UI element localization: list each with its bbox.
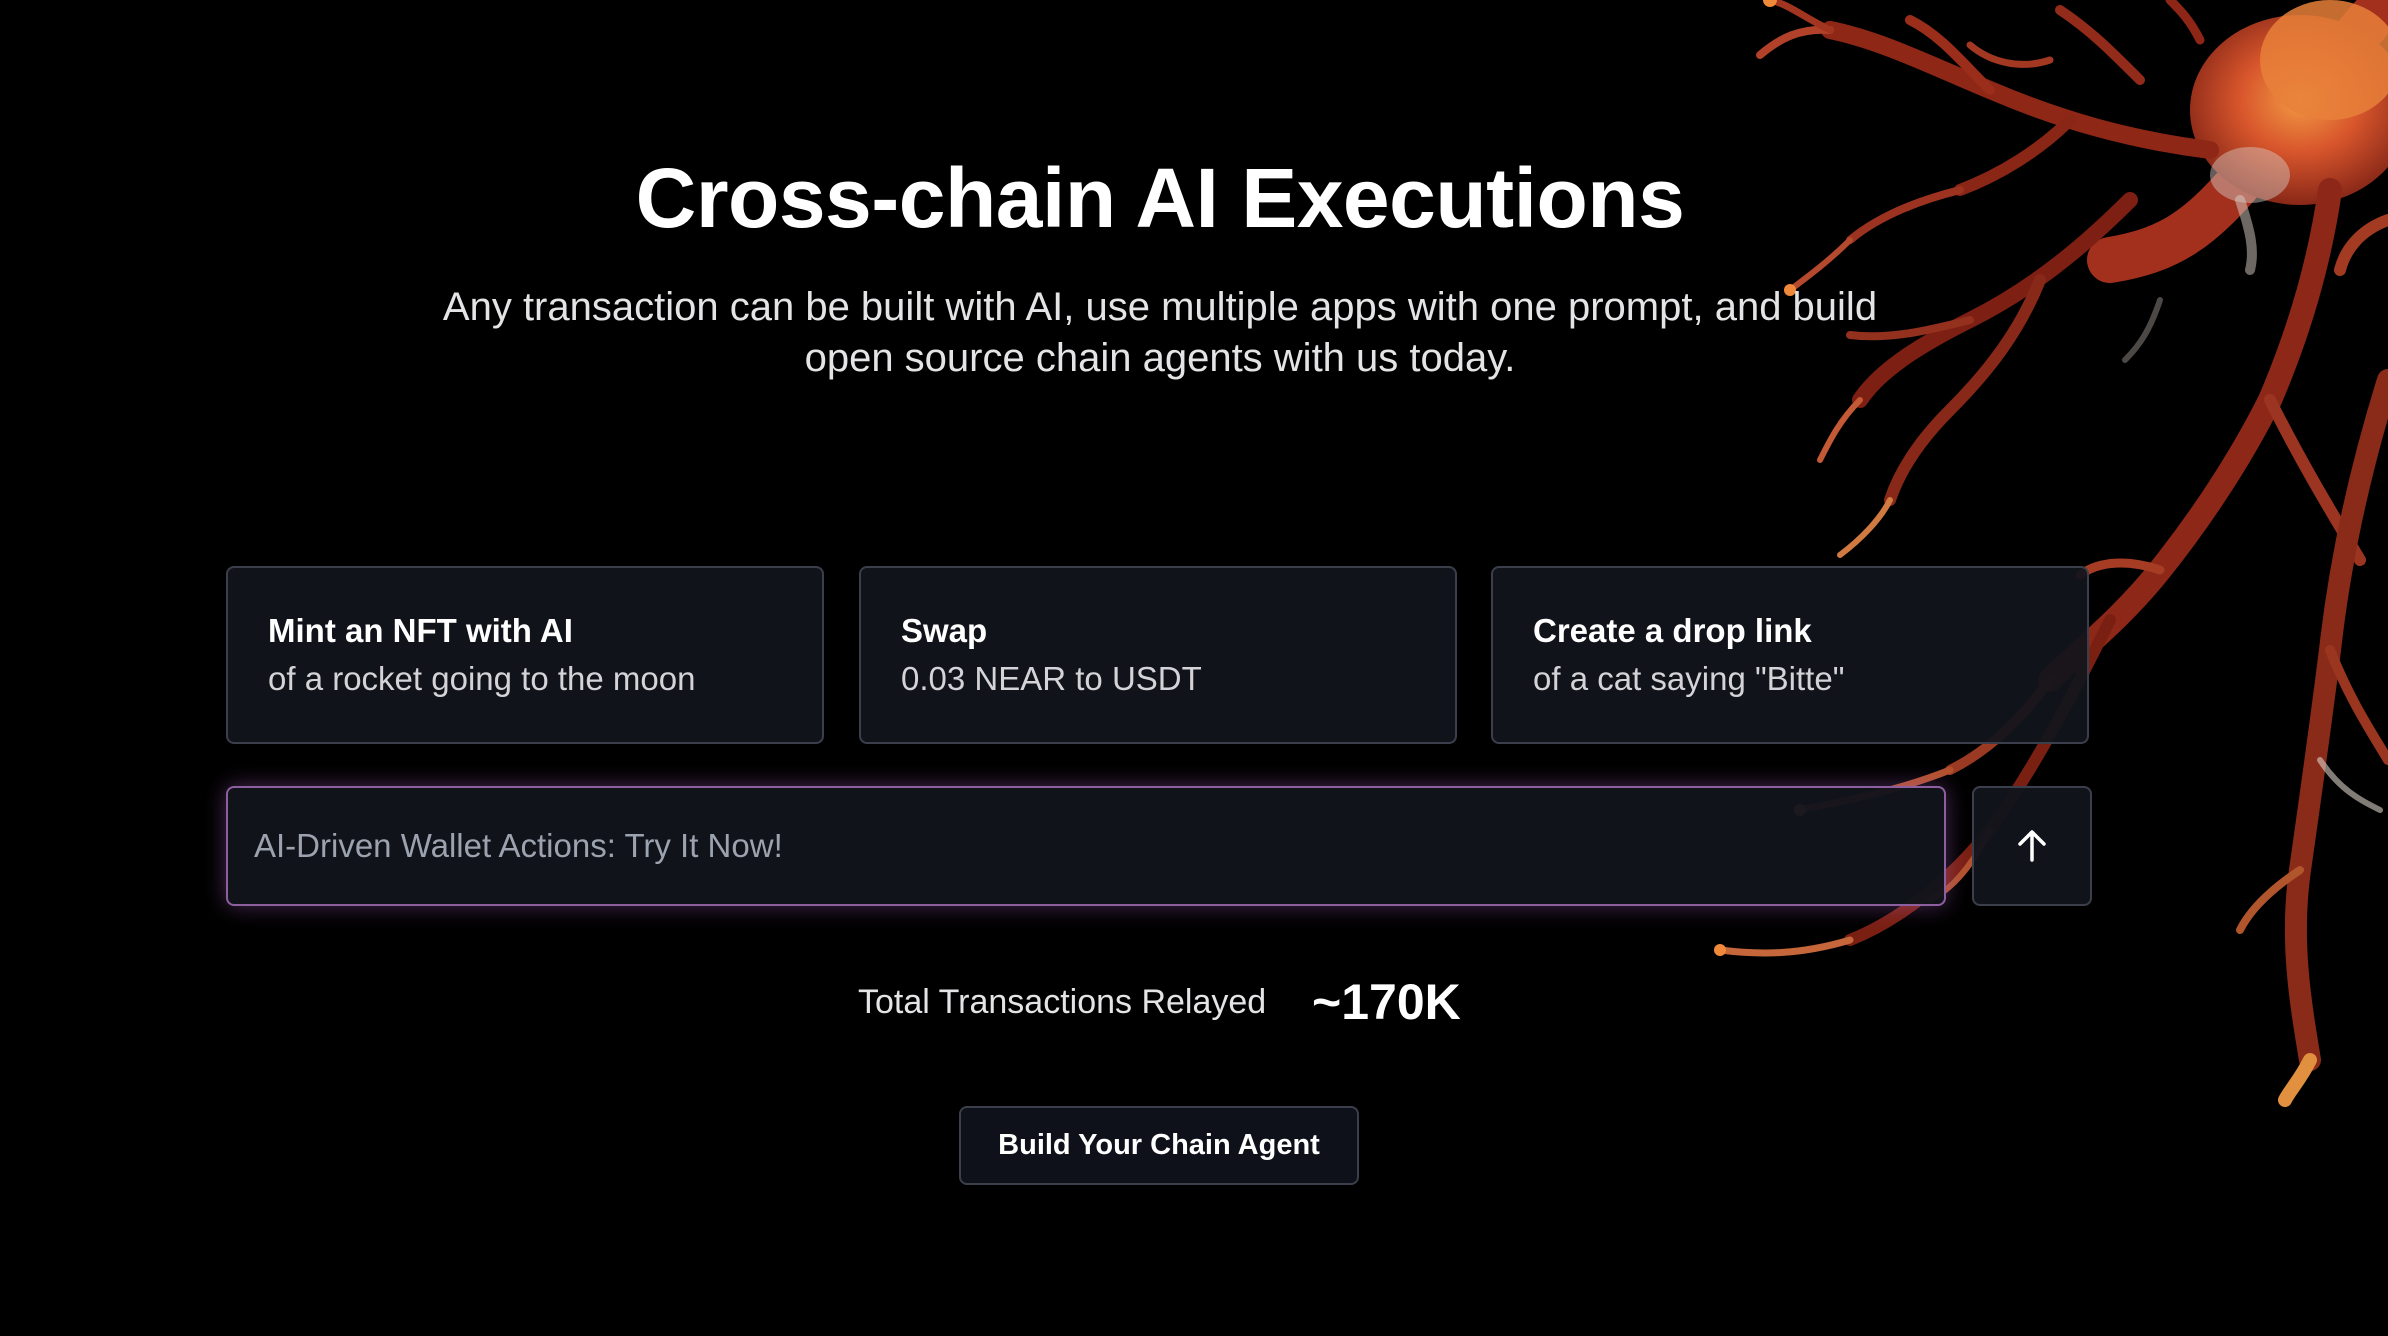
subtitle-line-2: open source chain agents with us today. — [804, 336, 1516, 380]
build-chain-agent-button[interactable]: Build Your Chain Agent — [959, 1106, 1359, 1185]
arrow-up-icon — [2018, 830, 2046, 862]
suggestion-card-title: Mint an NFT with AI — [268, 612, 573, 649]
subtitle-line-1: Any transaction can be built with AI, us… — [442, 285, 1878, 329]
suggestion-card-description: 0.03 NEAR to USDT — [901, 660, 1202, 697]
prompt-box — [226, 786, 1946, 906]
suggestion-card-mint-nft[interactable]: Mint an NFT with AI of a rocket going to… — [226, 566, 824, 744]
stat-label: Total Transactions Relayed — [858, 983, 1267, 1021]
prompt-input[interactable] — [228, 788, 1944, 904]
send-button[interactable] — [1972, 786, 2092, 906]
page-subtitle: Any transaction can be built with AI, us… — [370, 282, 1950, 384]
suggestion-card-title: Create a drop link — [1533, 612, 1812, 649]
suggestion-card-swap[interactable]: Swap 0.03 NEAR to USDT — [859, 566, 1457, 744]
suggestion-card-title: Swap — [901, 612, 988, 649]
suggestion-card-description: of a rocket going to the moon — [268, 660, 696, 697]
suggestion-card-drop-link[interactable]: Create a drop link of a cat saying "Bitt… — [1491, 566, 2089, 744]
suggestion-card-description: of a cat saying "Bitte" — [1533, 660, 1845, 697]
page-title: Cross-chain AI Executions — [635, 151, 1685, 245]
stat-value: ~170K — [1312, 974, 1461, 1030]
